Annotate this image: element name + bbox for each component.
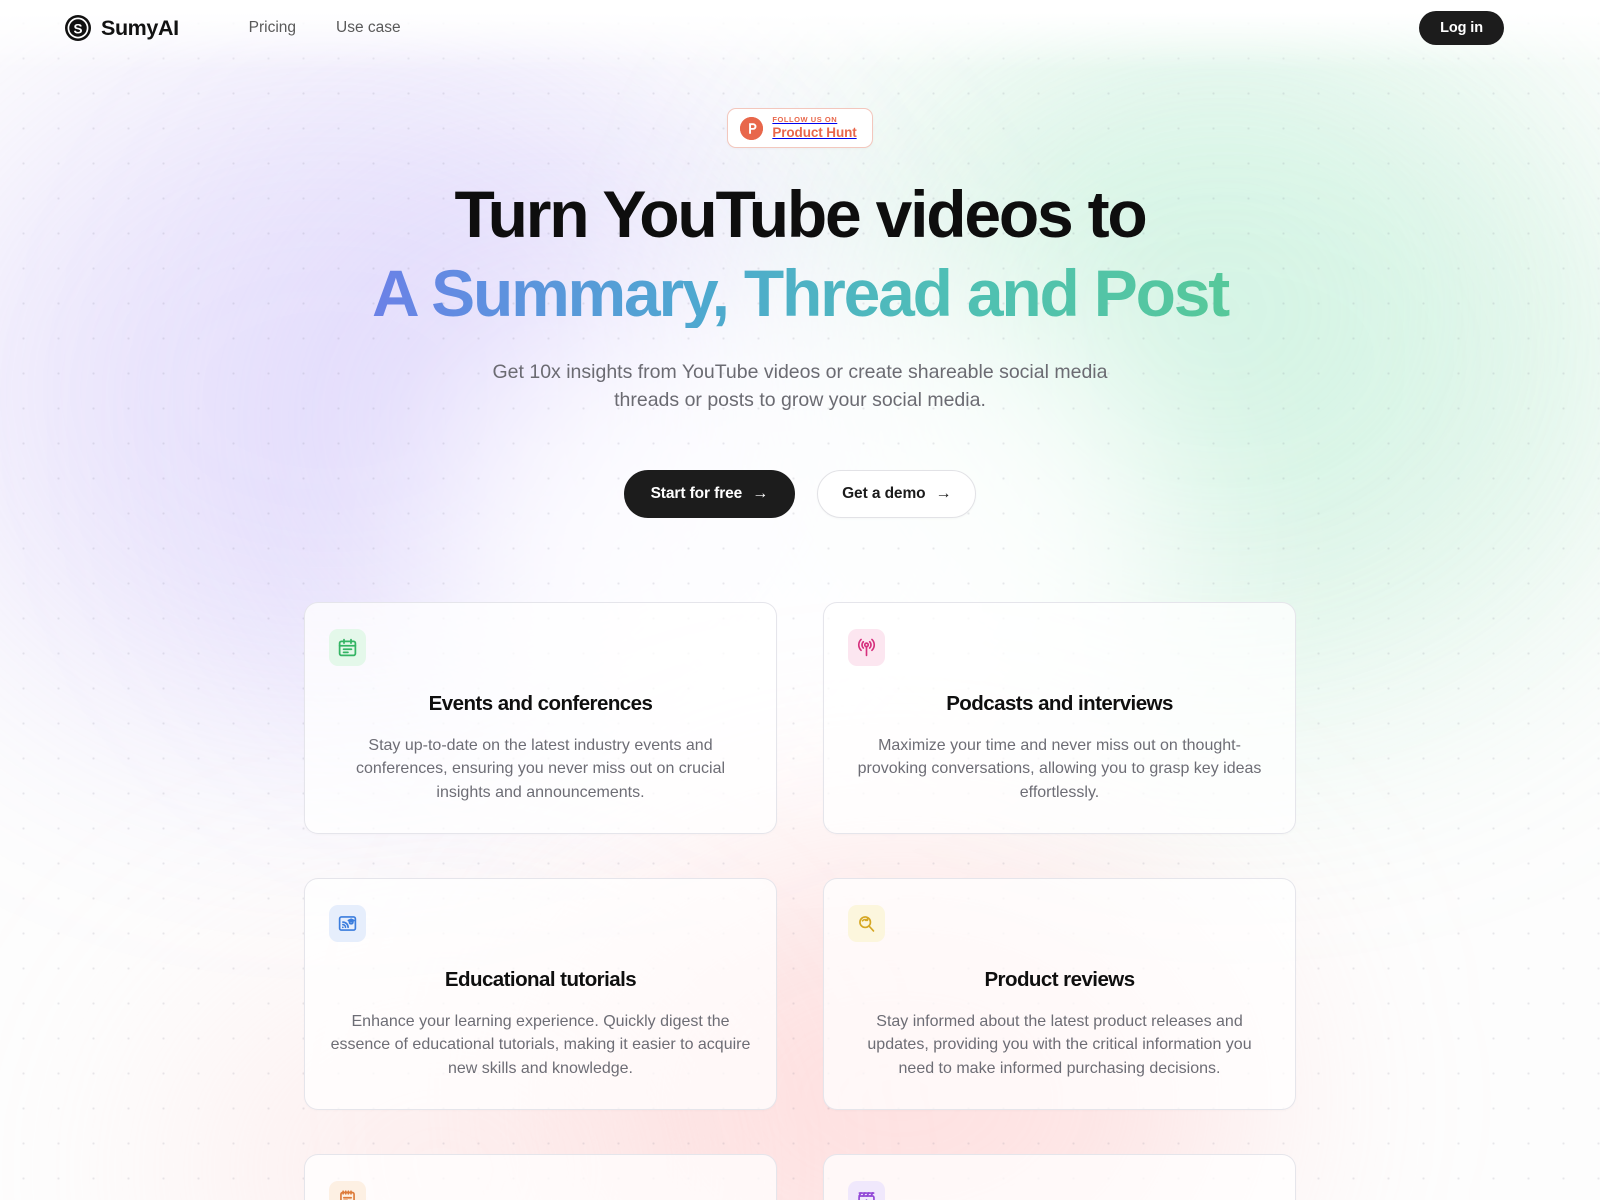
calendar-icon [329,628,366,666]
product-hunt-kicker: FOLLOW US ON [772,115,838,124]
card-description: Enhance your learning experience. Quickl… [330,1012,751,1078]
product-hunt-title: Product Hunt [772,124,857,140]
get-a-demo-label: Get a demo [842,484,926,502]
brand-logo-link[interactable]: S SumyAI [64,14,179,42]
start-for-free-label: Start for free [650,484,743,502]
brand-name: SumyAI [101,15,179,40]
card-description: Stay up-to-date on the latest industry e… [355,736,726,802]
product-hunt-badge[interactable]: FOLLOW US ON Product Hunt [727,108,873,149]
use-case-card-grid: Events and conferences Stay up-to-date o… [304,601,1296,1200]
svg-text:S: S [73,21,82,36]
hero-cta-row: Start for free → Get a demo → [0,469,1600,518]
news-notebook-icon [329,1180,366,1200]
card-title: Podcasts and interviews [946,691,1173,715]
login-button[interactable]: Log in [1419,11,1504,45]
use-case-card[interactable]: Product reviews Stay informed about the … [823,877,1296,1110]
use-case-card[interactable] [823,1153,1296,1200]
use-case-card[interactable] [304,1153,777,1200]
arrow-right-icon: → [752,484,769,502]
get-a-demo-button[interactable]: Get a demo → [817,469,977,518]
product-hunt-badge-text: FOLLOW US ON Product Hunt [772,116,856,140]
start-for-free-button[interactable]: Start for free → [623,469,796,518]
nav-item-pricing[interactable]: Pricing [249,19,296,37]
hero-subtitle: Get 10x insights from YouTube videos or … [492,361,1108,412]
main-nav: Pricing Use case [249,19,401,37]
broadcast-antenna-icon [848,628,885,666]
card-description: Stay informed about the latest product r… [867,1012,1252,1078]
hero-headline-line1: Turn YouTube videos to [454,177,1147,252]
nav-item-use-case[interactable]: Use case [336,19,401,37]
card-title: Product reviews [984,967,1135,991]
magnifier-zoom-out-icon [848,904,885,942]
use-case-card[interactable]: Podcasts and interviews Maximize your ti… [823,601,1296,834]
card-description: Maximize your time and never miss out on… [857,736,1262,802]
hero-headline: Turn YouTube videos to A Summary, Thread… [0,180,1600,328]
presentation-screencast-icon [329,904,366,942]
hero-headline-line2: A Summary, Thread and Post [0,259,1600,328]
sumyai-circle-s-logo-icon: S [64,14,92,42]
card-title: Educational tutorials [444,967,637,991]
site-header: S SumyAI Pricing Use case Log in [0,0,1600,56]
product-hunt-icon [740,116,764,140]
hero-section: FOLLOW US ON Product Hunt Turn YouTube v… [0,56,1600,1200]
use-case-card[interactable]: Educational tutorials Enhance your learn… [304,877,777,1110]
arrow-right-icon: → [935,484,952,502]
use-case-card[interactable]: Events and conferences Stay up-to-date o… [304,601,777,834]
card-title: Events and conferences [428,691,653,715]
clapperboard-icon [848,1180,885,1200]
